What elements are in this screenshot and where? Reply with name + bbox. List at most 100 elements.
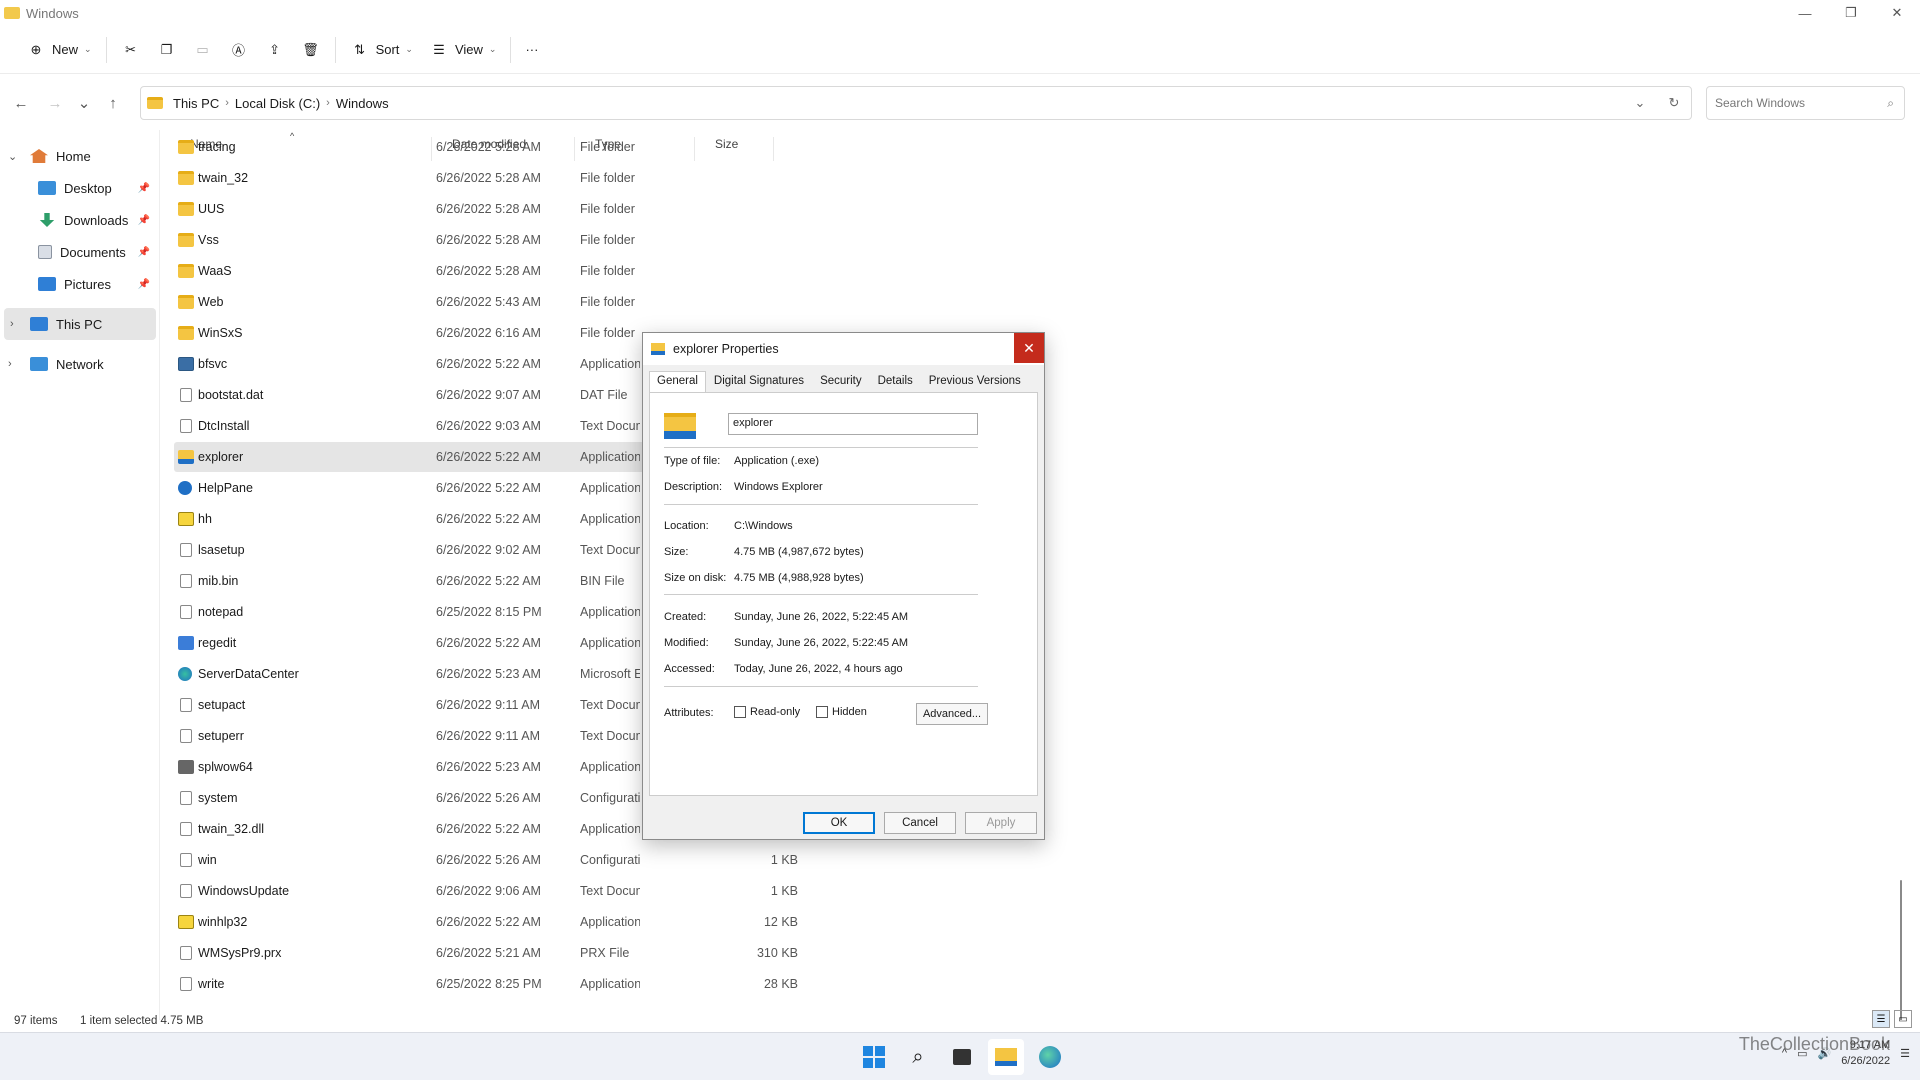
file-row[interactable]: Web 6/26/2022 5:43 AM File folder	[174, 287, 774, 317]
sidebar-item-network[interactable]: › Network	[0, 348, 158, 380]
sidebar-item-label: Documents	[60, 244, 126, 260]
sidebar-item-this-pc[interactable]: › This PC	[4, 308, 156, 340]
chevron-down-icon: ⌄	[84, 44, 92, 54]
hidden-checkbox[interactable]: Hidden	[816, 706, 867, 718]
details-view-button[interactable]: ☰	[1872, 1010, 1890, 1028]
tab-details[interactable]: Details	[870, 371, 921, 393]
network-icon	[30, 357, 48, 371]
file-date: 6/26/2022 5:26 AM	[436, 853, 541, 867]
chevron-down-icon: ⌄	[488, 44, 497, 54]
file-row[interactable]: WindowsUpdate 6/26/2022 9:06 AM Text Docum…	[174, 876, 798, 906]
pin-icon[interactable]: 📌	[138, 215, 150, 226]
scrollbar[interactable]	[1900, 880, 1902, 1020]
file-row[interactable]: Vss 6/26/2022 5:28 AM File folder	[174, 225, 774, 255]
start-button[interactable]	[856, 1039, 892, 1075]
close-button[interactable]: ✕	[1874, 0, 1920, 26]
breadcrumb-windows[interactable]: Windows	[336, 96, 389, 111]
file-name: notepad	[198, 605, 244, 619]
file-row[interactable]: tracing 6/26/2022 5:28 AM File folder	[174, 132, 774, 162]
description-label: Description:	[664, 481, 723, 493]
file-row[interactable]: twain_32 6/26/2022 5:28 AM File folder	[174, 163, 774, 193]
sidebar-item-downloads[interactable]: Downloads 📌	[0, 204, 158, 236]
sidebar-item-home[interactable]: ⌄ Home	[0, 140, 158, 172]
file-row[interactable]: write 6/25/2022 8:25 PM Application 28 KB	[174, 969, 798, 999]
new-label: New	[52, 42, 79, 57]
more-options-button[interactable]: ···	[517, 34, 546, 66]
minimize-button[interactable]: —	[1782, 0, 1828, 26]
file-row[interactable]: win 6/26/2022 5:26 AM Configuration sett..…	[174, 845, 798, 875]
cancel-button[interactable]: Cancel	[884, 812, 956, 834]
dialog-close-button[interactable]: ✕	[1014, 333, 1044, 363]
file-name-field[interactable]: explorer	[728, 413, 978, 435]
sidebar-item-documents[interactable]: Documents 📌	[0, 236, 158, 268]
paste-button[interactable]: ▭	[185, 34, 221, 66]
tab-security[interactable]: Security	[812, 371, 870, 393]
accessed-label: Accessed:	[664, 663, 715, 675]
search-input[interactable]: Search Windows ⌕	[1706, 86, 1905, 120]
share-button[interactable]: ⇪	[257, 34, 293, 66]
edge-taskbar-button[interactable]	[1032, 1039, 1068, 1075]
sidebar-item-pictures[interactable]: Pictures 📌	[0, 268, 158, 300]
arrow-right-icon: →	[47, 94, 63, 112]
taskbar-search-button[interactable]: ⌕	[900, 1039, 936, 1075]
back-button[interactable]: ←	[4, 86, 38, 120]
address-dropdown-button[interactable]: ⌄	[1623, 95, 1657, 111]
task-view-button[interactable]	[944, 1039, 980, 1075]
file-date: 6/26/2022 5:28 AM	[436, 202, 541, 216]
sidebar-item-label: Home	[56, 148, 91, 164]
file-name: mib.bin	[198, 574, 239, 588]
maximize-button[interactable]: ❐	[1828, 0, 1874, 26]
rename-button[interactable]: Ⓐ	[221, 34, 257, 66]
sort-button[interactable]: ⇅ Sort ⌄	[342, 34, 421, 66]
tiles-view-button[interactable]: ▭	[1894, 1010, 1912, 1028]
file-row[interactable]: winhlp32 6/26/2022 5:22 AM Application 12 K…	[174, 907, 798, 937]
up-button[interactable]: ↑	[96, 86, 130, 120]
edge-icon	[1039, 1046, 1061, 1068]
file-date: 6/26/2022 6:16 AM	[436, 326, 541, 340]
file-type: Text Document	[580, 884, 640, 898]
file-type: Application	[580, 760, 640, 774]
advanced-button[interactable]: Advanced...	[916, 703, 988, 725]
pin-icon[interactable]: 📌	[138, 279, 150, 290]
copy-button[interactable]: ❐	[149, 34, 185, 66]
folder-icon	[178, 171, 194, 185]
file-row[interactable]: WMSysPr9.prx 6/26/2022 5:21 AM PRX File 310…	[174, 938, 798, 968]
file-date: 6/26/2022 5:22 AM	[436, 450, 541, 464]
pin-icon[interactable]: 📌	[138, 247, 150, 258]
search-placeholder: Search Windows	[1715, 96, 1806, 110]
tab-general[interactable]: General	[649, 371, 706, 393]
recent-locations-button[interactable]: ⌄	[72, 86, 96, 120]
pin-icon[interactable]: 📌	[138, 183, 150, 194]
ok-button[interactable]: OK	[803, 812, 875, 834]
readonly-checkbox[interactable]: Read-only	[734, 706, 800, 718]
sidebar-item-desktop[interactable]: Desktop 📌	[0, 172, 158, 204]
file-name: setupact	[198, 698, 246, 712]
refresh-button[interactable]: ↻	[1657, 95, 1691, 111]
file-type: Application	[580, 481, 640, 495]
breadcrumb-local-disk[interactable]: Local Disk (C:)	[235, 96, 320, 111]
view-button[interactable]: ☰ View ⌄	[421, 34, 505, 66]
notifications-icon[interactable]: ☰	[1900, 1047, 1910, 1060]
tab-previous-versions[interactable]: Previous Versions	[921, 371, 1029, 393]
plus-circle-icon: ⊕	[30, 41, 42, 57]
folder-icon	[178, 326, 194, 340]
file-explorer-taskbar-button[interactable]	[988, 1039, 1024, 1075]
pictures-icon	[38, 277, 56, 291]
file-row[interactable]: UUS 6/26/2022 5:28 AM File folder	[174, 194, 774, 224]
rename-icon: Ⓐ	[232, 43, 246, 58]
breadcrumb-this-pc[interactable]: This PC	[173, 96, 219, 111]
new-button[interactable]: ⊕ New ⌄	[18, 34, 100, 66]
delete-button[interactable]: 🗑	[293, 34, 329, 66]
chevron-down-icon: ⌄	[77, 95, 91, 112]
file-name: setuperr	[198, 729, 244, 743]
address-bar[interactable]: This PC › Local Disk (C:) › Windows ⌄ ↻	[140, 86, 1692, 120]
pane-divider[interactable]	[159, 130, 160, 1020]
file-date: 6/26/2022 5:21 AM	[436, 946, 541, 960]
apply-button[interactable]: Apply	[965, 812, 1037, 834]
file-date: 6/25/2022 8:25 PM	[436, 977, 542, 991]
file-size: 310 KB	[756, 946, 798, 960]
forward-button[interactable]: →	[38, 86, 72, 120]
cut-button[interactable]: ✂	[113, 34, 149, 66]
file-row[interactable]: WaaS 6/26/2022 5:28 AM File folder	[174, 256, 774, 286]
tab-digital-signatures[interactable]: Digital Signatures	[706, 371, 812, 393]
